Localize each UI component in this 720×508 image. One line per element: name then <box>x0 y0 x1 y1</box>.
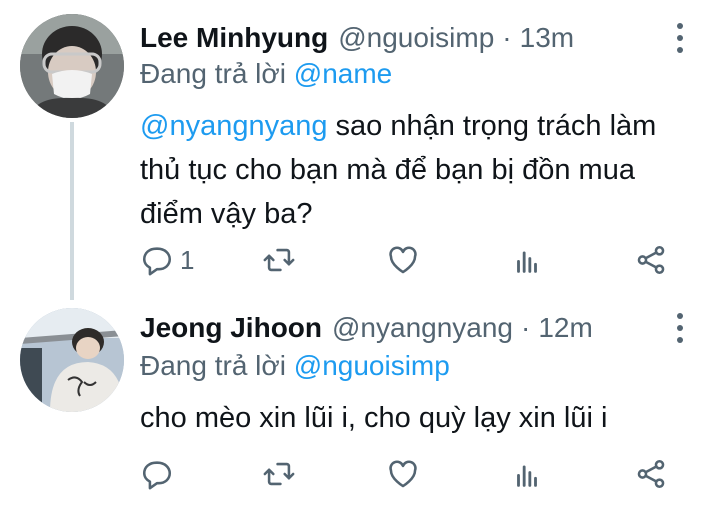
tweet[interactable]: Jeong Jihoon @nyangnyang · 12m Đang trả … <box>0 300 720 508</box>
reply-icon <box>142 461 172 490</box>
replying-to: Đang trả lời @nguoisimp <box>140 350 450 382</box>
analytics-button[interactable] <box>510 238 544 282</box>
action-bar: 1 <box>140 238 680 282</box>
replying-to-link[interactable]: @nguoisimp <box>294 350 450 381</box>
action-bar <box>140 452 680 496</box>
more-icon[interactable] <box>668 308 692 348</box>
separator-dot: · <box>502 22 512 53</box>
mention-link[interactable]: @nyangnyang <box>140 110 327 142</box>
replying-to-label: Đang trả lời <box>140 350 286 381</box>
tweet-text: @nyangnyang sao nhận trọng trách làm thủ… <box>140 104 700 236</box>
like-button[interactable] <box>386 238 420 282</box>
display-name[interactable]: Lee Minhyung <box>140 22 328 54</box>
tweet-header: Jeong Jihoon @nyangnyang · 12m <box>140 308 593 348</box>
tweet-text: cho mèo xin lũi i, cho quỳ lạy xin lũi i <box>140 402 608 434</box>
tweet[interactable]: Lee Minhyung @nguoisimp · 13m Đang trả l… <box>0 0 720 300</box>
retweet-button[interactable] <box>262 238 296 282</box>
avatar[interactable] <box>20 308 124 412</box>
replying-to: Đang trả lời @name <box>140 58 392 90</box>
separator-dot: · <box>521 312 531 343</box>
retweet-button[interactable] <box>262 452 296 496</box>
avatar-photo <box>20 308 124 412</box>
share-button[interactable] <box>634 452 668 496</box>
share-icon <box>637 459 665 489</box>
thread-line <box>70 122 74 300</box>
reply-button[interactable]: 1 <box>140 238 194 282</box>
timestamp[interactable]: 12m <box>538 312 592 344</box>
analytics-icon <box>517 465 537 487</box>
handle[interactable]: @nguoisimp <box>338 22 494 54</box>
like-icon <box>389 246 417 274</box>
share-button[interactable] <box>634 238 668 282</box>
timestamp[interactable]: 13m <box>520 22 574 54</box>
analytics-button[interactable] <box>510 452 544 496</box>
like-icon <box>389 460 417 488</box>
avatar[interactable] <box>20 14 124 118</box>
retweet-icon <box>263 248 295 272</box>
avatar-photo <box>20 14 124 118</box>
reply-count: 1 <box>180 244 195 275</box>
like-button[interactable] <box>386 452 420 496</box>
display-name[interactable]: Jeong Jihoon <box>140 312 322 344</box>
replying-to-link[interactable]: @name <box>294 58 392 89</box>
more-icon[interactable] <box>668 18 692 58</box>
retweet-icon <box>263 462 295 486</box>
tweet-header: Lee Minhyung @nguoisimp · 13m <box>140 18 574 58</box>
handle[interactable]: @nyangnyang <box>332 312 513 344</box>
reply-icon <box>142 247 172 276</box>
replying-to-label: Đang trả lời <box>140 58 286 89</box>
analytics-icon <box>517 251 537 273</box>
reply-button[interactable] <box>140 452 180 496</box>
share-icon <box>637 245 665 275</box>
